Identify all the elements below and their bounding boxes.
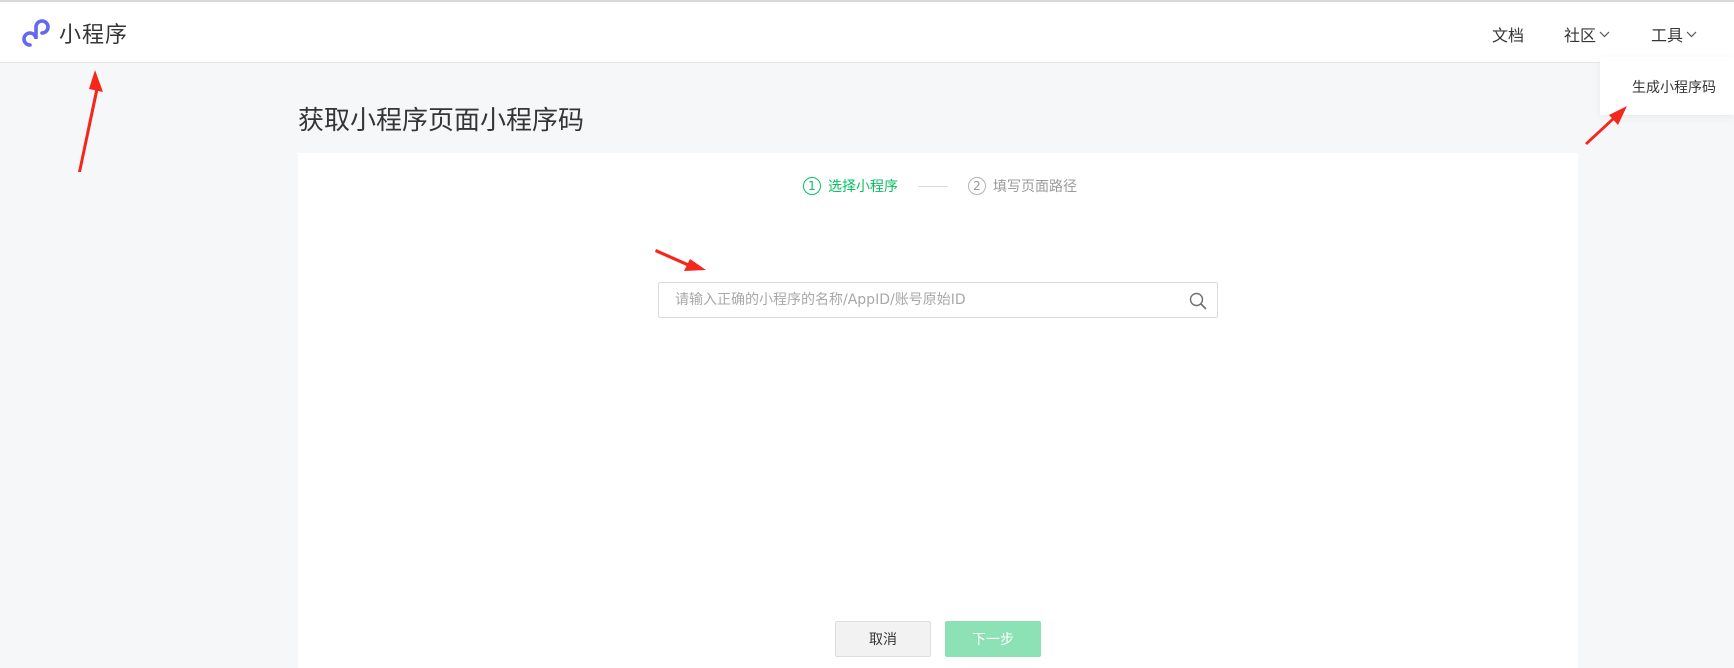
step-connector bbox=[918, 185, 948, 187]
step-2-label: 填写页面路径 bbox=[993, 179, 1077, 195]
miniprogram-search-input[interactable] bbox=[659, 283, 1179, 317]
step-indicator: 1 选择小程序 2 填写页面路径 bbox=[803, 176, 1077, 196]
miniprogram-logo-icon bbox=[22, 19, 50, 47]
nav-docs[interactable]: 文档 bbox=[1492, 22, 1524, 46]
menu-item-generate-code[interactable]: 生成小程序码 bbox=[1632, 77, 1716, 97]
step-1-number: 1 bbox=[803, 177, 821, 195]
nav-docs-label: 文档 bbox=[1492, 26, 1525, 45]
cancel-button[interactable]: 取消 bbox=[835, 621, 931, 657]
step-1: 1 选择小程序 bbox=[803, 176, 898, 196]
nav-tools-label: 工具 bbox=[1651, 26, 1684, 45]
step-1-label: 选择小程序 bbox=[828, 179, 898, 195]
search-icon[interactable] bbox=[1189, 292, 1207, 310]
tools-dropdown-menu: 生成小程序码 bbox=[1600, 57, 1734, 115]
nav-tools[interactable]: 工具 bbox=[1651, 22, 1697, 46]
chevron-down-icon bbox=[1686, 31, 1697, 37]
page-title: 获取小程序页面小程序码 bbox=[298, 106, 585, 136]
next-step-button[interactable]: 下一步 bbox=[945, 621, 1041, 657]
nav-community[interactable]: 社区 bbox=[1564, 22, 1610, 46]
content-card bbox=[298, 153, 1578, 668]
brand-logo[interactable]: 小程序 bbox=[20, 17, 128, 49]
nav-community-label: 社区 bbox=[1564, 26, 1597, 45]
step-2-number: 2 bbox=[968, 177, 986, 195]
chevron-down-icon bbox=[1599, 31, 1610, 37]
top-nav-bar: 小程序 文档 社区 工具 bbox=[0, 2, 1734, 63]
step-2: 2 填写页面路径 bbox=[968, 176, 1077, 196]
miniprogram-search-box bbox=[658, 282, 1218, 318]
logo-text: 小程序 bbox=[59, 23, 129, 48]
